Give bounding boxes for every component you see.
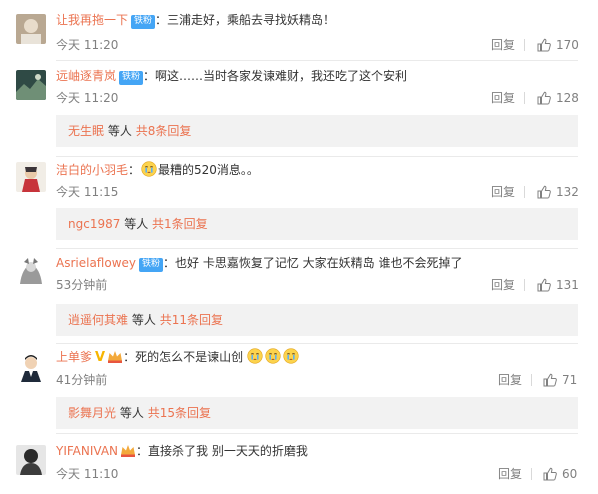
like-count: 128 [556,91,579,105]
username-link[interactable]: 远岫逐青岚 [56,69,116,83]
reply-button[interactable]: 回复 [491,184,515,200]
comment-text: ：死的怎么不是谏山创 [123,350,244,364]
thumbs-up-icon [543,467,557,481]
sub-reply-count-link[interactable]: 共8条回复 [136,124,192,138]
crying-emoji-icon [265,348,281,364]
thumbs-up-icon [543,373,557,387]
divider [56,433,578,434]
thumbs-up-icon [537,91,551,105]
divider [56,343,578,344]
like-count: 71 [562,373,578,387]
reply-button[interactable]: 回复 [491,37,515,53]
comment-feed: 让我再拖一下 铁粉 ：三浦走好，乘船去寻找妖精岛！ 今天 11:20 回复 170 … [0,0,598,494]
comment-text: ：直接杀了我 别一天天的折磨我 [136,444,308,458]
crying-emoji-icon [247,348,263,364]
sub-replies-box[interactable]: ngc1987 等人 共1条回复 [56,208,578,240]
comment-colon: ： [128,163,141,177]
avatar[interactable] [16,70,46,100]
divider [56,248,578,249]
thumbs-up-icon [537,38,551,52]
avatar[interactable] [16,256,46,286]
sub-reply-mid: 等人 [119,406,144,420]
fan-badge[interactable]: 铁粉 [131,15,156,29]
comment-time: 53分钟前 [56,278,108,292]
comment-text: ：也好 卡思嘉恢复了记忆 大家在妖精岛 谁也不会死掉了 [163,256,463,270]
sub-reply-mid: 等人 [124,217,149,231]
like-count: 170 [556,38,579,52]
sub-reply-user[interactable]: 逍遥何其难 [68,313,128,327]
like-count: 131 [556,278,579,292]
username-link[interactable]: 上单爹 [56,350,92,364]
comment-text: 最糟的520消息。。 [158,163,259,177]
divider [531,468,532,480]
sub-replies-box[interactable]: 逍遥何其难 等人 共11条回复 [56,304,578,336]
avatar[interactable] [16,162,46,192]
like-count: 132 [556,185,579,199]
fan-badge[interactable]: 铁粉 [119,71,144,85]
divider [531,374,532,386]
avatar[interactable] [16,352,46,382]
sub-reply-user[interactable]: ngc1987 [68,217,120,231]
username-link[interactable]: 让我再拖一下 [56,13,128,27]
divider [524,186,525,198]
thumbs-up-icon [537,185,551,199]
reply-button[interactable]: 回复 [498,372,522,388]
crying-emoji-icon [141,161,157,177]
username-link[interactable]: YIFANIVAN [56,444,118,458]
comment-time: 今天 11:20 [56,91,119,105]
divider [56,156,578,157]
comment-time: 今天 11:20 [56,38,119,52]
divider [56,60,578,61]
sub-reply-count-link[interactable]: 共15条回复 [148,406,211,420]
like-button[interactable]: 60 [543,466,577,482]
reply-button[interactable]: 回复 [498,466,522,482]
like-button[interactable]: 131 [537,277,579,293]
sub-replies-box[interactable]: 无生眠 等人 共8条回复 [56,115,578,147]
like-count: 60 [562,467,578,481]
sub-reply-mid: 等人 [107,124,132,138]
reply-button[interactable]: 回复 [491,90,515,106]
avatar[interactable] [16,14,46,44]
like-button[interactable]: 170 [537,37,579,53]
like-button[interactable]: 71 [543,372,577,388]
sub-replies-box[interactable]: 影舞月光 等人 共15条回复 [56,397,578,429]
crown-badge-icon [121,445,136,457]
username-link[interactable]: 洁白的小羽毛 [56,163,128,177]
thumbs-up-icon [537,278,551,292]
sub-reply-count-link[interactable]: 共11条回复 [160,313,223,327]
divider [524,39,525,51]
divider [524,92,525,104]
sub-reply-count-link[interactable]: 共1条回复 [152,217,208,231]
crying-emoji-icon [283,348,299,364]
comment-time: 今天 11:10 [56,467,119,481]
comment-time: 41分钟前 [56,373,108,387]
crown-badge-icon [108,351,123,363]
sub-reply-user[interactable]: 无生眠 [68,124,104,138]
avatar[interactable] [16,445,46,475]
sub-reply-mid: 等人 [131,313,156,327]
divider [524,279,525,291]
fan-badge[interactable]: 铁粉 [139,258,164,272]
like-button[interactable]: 128 [537,90,579,106]
username-link[interactable]: Asrielaflowey [56,256,136,270]
verified-badge: V [95,350,106,365]
comment-text: ：啊这……当时各家发谏难财，我还吃了这个安利 [143,69,408,83]
reply-button[interactable]: 回复 [491,277,515,293]
like-button[interactable]: 132 [537,184,579,200]
comment-time: 今天 11:15 [56,185,119,199]
sub-reply-user[interactable]: 影舞月光 [68,406,116,420]
comment-text: ：三浦走好，乘船去寻找妖精岛！ [155,13,336,27]
